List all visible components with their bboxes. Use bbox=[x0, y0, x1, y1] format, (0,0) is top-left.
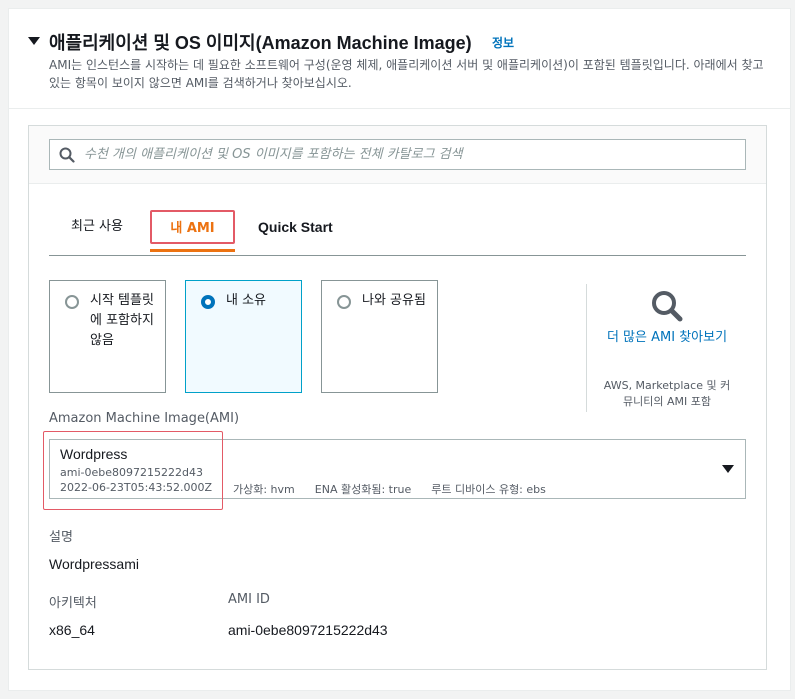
section-description: AMI는 인스턴스를 시작하는 데 필요한 소프트웨어 구성(운영 체제, 애플… bbox=[49, 58, 764, 90]
ami-picker-panel: 최근 사용 내 AMI Quick Start 시작 템플릿에 포함하지 않음 … bbox=[28, 125, 767, 670]
ami-tabs: 최근 사용 내 AMI Quick Start bbox=[49, 210, 746, 256]
ami-id-value: ami-0ebe8097215222d43 bbox=[228, 622, 388, 638]
architecture-label: 아키텍처 bbox=[49, 596, 97, 611]
description-value: Wordpressami bbox=[49, 556, 139, 572]
vertical-divider bbox=[586, 284, 587, 412]
ami-root-device: 루트 디바이스 유형: ebs bbox=[431, 483, 546, 496]
architecture-value: x86_64 bbox=[49, 622, 95, 638]
ownership-option-none[interactable]: 시작 템플릿에 포함하지 않음 bbox=[49, 280, 166, 393]
ami-name: Wordpress bbox=[60, 446, 128, 462]
ami-section-container: 애플리케이션 및 OS 이미지(Amazon Machine Image) 정보… bbox=[8, 8, 791, 691]
ami-select-dropdown[interactable]: Wordpress ami-0ebe8097215222d43 2022-06-… bbox=[43, 431, 746, 510]
info-link[interactable]: 정보 bbox=[492, 34, 514, 51]
radio-button[interactable] bbox=[65, 295, 79, 309]
section-title: 애플리케이션 및 OS 이미지(Amazon Machine Image) bbox=[49, 33, 472, 53]
description-label: 설명 bbox=[49, 530, 73, 545]
ami-ena: ENA 활성화됨: true bbox=[314, 483, 412, 496]
ami-date: 2022-06-23T05:43:52.000Z bbox=[60, 481, 213, 494]
ownership-option-label: 시작 템플릿에 포함하지 않음 bbox=[90, 293, 154, 348]
search-icon bbox=[59, 147, 75, 163]
ami-virtualization: 가상화: hvm bbox=[233, 483, 295, 496]
ami-tags: 가상화: hvm ENA 활성화됨: true 루트 디바이스 유형: ebs bbox=[233, 481, 566, 497]
search-input[interactable] bbox=[84, 140, 734, 169]
tab-my-ami[interactable]: 내 AMI bbox=[150, 210, 235, 252]
magnifier-icon[interactable] bbox=[650, 289, 684, 323]
tab-recent[interactable]: 최근 사용 bbox=[71, 210, 123, 244]
browse-more-subtext: AWS, Marketplace 및 커뮤니티의 AMI 포함 bbox=[603, 379, 731, 408]
radio-button-checked[interactable] bbox=[201, 295, 215, 309]
ami-id: ami-0ebe8097215222d43 bbox=[60, 466, 203, 479]
ownership-option-owned[interactable]: 내 소유 bbox=[185, 280, 302, 393]
tab-quick-start[interactable]: Quick Start bbox=[258, 210, 333, 244]
section-header: 애플리케이션 및 OS 이미지(Amazon Machine Image) 정보… bbox=[9, 9, 790, 109]
dropdown-caret-icon bbox=[722, 465, 734, 473]
search-band bbox=[29, 126, 766, 184]
ownership-option-label: 내 소유 bbox=[226, 293, 267, 308]
collapse-caret-icon[interactable] bbox=[28, 37, 40, 45]
ownership-option-shared[interactable]: 나와 공유됨 bbox=[321, 280, 438, 393]
ami-select-label: Amazon Machine Image(AMI) bbox=[49, 411, 240, 426]
radio-button[interactable] bbox=[337, 295, 351, 309]
browse-more-ami-link[interactable]: 더 많은 AMI 찾아보기 bbox=[601, 327, 733, 349]
ownership-option-label: 나와 공유됨 bbox=[362, 293, 426, 308]
ami-id-label: AMI ID bbox=[228, 592, 270, 607]
search-box[interactable] bbox=[49, 139, 746, 170]
